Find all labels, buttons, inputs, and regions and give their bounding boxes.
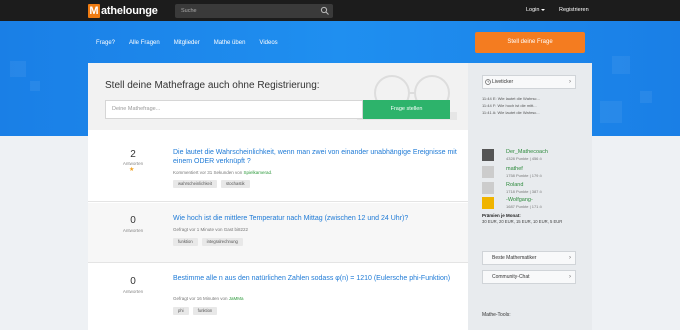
chevron-down-icon [541,8,546,11]
top-bar: M athelounge Suche Login Registrieren [0,0,680,21]
chevron-right-icon: › [569,255,571,261]
nav-item-frage[interactable]: Frage? [96,39,115,47]
ticker-item[interactable]: 11:41 A: Wie lautet die Wahrsc... [482,110,540,115]
nav-item-mathe-ueben[interactable]: Mathe üben [214,39,246,47]
top-user-item[interactable]: Der_Mathecoach 4328 Punkte | 456 ö [482,149,576,163]
answer-count-label: Antworten [122,228,144,233]
community-chat-label: Community-Chat [492,274,530,280]
community-chat-button[interactable]: Community-Chat › [482,270,576,284]
logo-text: athelounge [101,4,158,17]
tag-list: funktion integralrechnung [173,238,243,246]
submit-question-button[interactable]: Frage stellen [363,100,450,119]
nav-item-mitglieder[interactable]: Mitglieder [174,39,200,47]
user-name: Der_Mathecoach [506,149,548,155]
clock-icon [485,79,491,85]
main-content: Stell deine Mathefrage auch ohne Registr… [88,63,468,330]
user-points: 1687 Punkte | 171 ö [506,204,542,209]
search-placeholder: Suche [181,8,197,14]
meta-text: Gefragt vor 16 Minuten von [173,296,229,301]
question-input[interactable]: Deine Mathefrage... [105,100,363,119]
chevron-right-icon: › [569,274,571,280]
login-label: Login [526,7,540,13]
question-title[interactable]: Die lautet die Wahrscheinlichkeit, wenn … [173,148,463,166]
ask-panel: Stell deine Mathefrage auch ohne Registr… [88,63,468,130]
ticker-item[interactable]: 11:44 E: Wie lautet die Wahrsc... [482,96,540,101]
tag[interactable]: funktion [173,238,198,246]
search-input[interactable]: Suche [175,4,333,18]
meta-text: Kommentiert vor 31 Sekunden von [173,170,244,175]
mathe-tools-heading: Mathe-Tools: [482,312,511,318]
prize-line: 30 EUR, 20 EUR, 15 EUR, 10 EUR, 5 EUR [482,219,563,224]
chevron-right-icon: › [569,79,571,85]
ask-title: Stell deine Mathefrage auch ohne Registr… [105,80,320,91]
tag[interactable]: stochastik [220,180,250,188]
top-user-item[interactable]: -Wolfgang- 1687 Punkte | 171 ö [482,197,576,211]
tag[interactable]: phi [173,307,189,315]
best-mathematicians-label: Beste Mathematiker [492,255,537,261]
user-name: -Wolfgang- [506,197,533,203]
ask-question-button[interactable]: Stell deine Frage [475,32,585,53]
answer-count-label: Antworten [122,289,144,294]
avatar [482,166,494,178]
question-item: 0 Antworten Wie hoch ist die mittlere Te… [88,203,468,263]
question-meta: Gefragt vor 1 Minute von Gast bi8222 [173,227,248,232]
nav-item-alle-fragen[interactable]: Alle Fragen [129,39,160,47]
question-item: 0 Antworten Bestimme alle n aus den natü… [88,264,468,330]
prize-title: Prämien je Monat: [482,213,521,218]
login-link[interactable]: Login [526,5,546,15]
tag[interactable]: wahrscheinlichkeit [173,180,217,188]
tag[interactable]: funktion [192,307,218,315]
user-points: 1758 Punkte | 179 ö [506,173,542,178]
star-icon: ★ [129,167,135,173]
answer-count: 0 [130,215,136,226]
sidebar: Liveticker › 11:44 E: Wie lautet die Wah… [468,63,592,330]
tag-list: wahrscheinlichkeit stochastik [173,180,250,188]
avatar [482,149,494,161]
tag-list: phi funktion [173,307,218,315]
logo-mark-icon: M [88,3,100,18]
user-points: 1718 Punkte | 387 ö [506,189,542,194]
meta-user[interactable]: JaMMa [229,296,244,301]
best-mathematicians-button[interactable]: Beste Mathematiker › [482,251,576,265]
top-user-item[interactable]: Roland 1718 Punkte | 387 ö [482,182,576,196]
liveticker-label: Liveticker [492,79,514,85]
ticker-item[interactable]: 11:44 F: Wie hoch ist die mitt... [482,103,537,108]
user-name: Roland [506,182,524,188]
meta-suffix: . [271,170,273,175]
answer-count: 0 [130,276,136,287]
question-item: 2 Antworten ★ Die lautet die Wahrscheinl… [88,130,468,202]
answer-count: 2 [130,149,136,160]
question-input-placeholder: Deine Mathefrage... [112,106,161,112]
top-user-item[interactable]: mathef 1758 Punkte | 179 ö [482,166,576,180]
tag[interactable]: integralrechnung [201,238,243,246]
user-name: mathef [506,166,523,172]
avatar [482,182,494,194]
user-points: 4328 Punkte | 456 ö [506,156,542,161]
search-icon[interactable] [320,6,330,16]
nav-item-videos[interactable]: Videos [259,39,277,47]
avatar [482,197,494,209]
question-meta: Gefragt vor 16 Minuten von JaMMa [173,296,244,301]
liveticker-button[interactable]: Liveticker › [482,75,576,89]
meta-text: Gefragt vor 1 Minute von Gast bi8222 [173,227,249,232]
question-title[interactable]: Wie hoch ist die mittlere Temperatur nac… [173,214,463,223]
question-meta: Kommentiert vor 31 Sekunden von Spielkam… [173,170,272,175]
main-nav: Frage? Alle Fragen Mitglieder Mathe üben… [96,39,292,47]
question-title[interactable]: Bestimme alle n aus den natürlichen Zahl… [173,274,463,283]
site-logo[interactable]: M athelounge [88,3,158,18]
meta-user[interactable]: Spielkamerad [244,170,272,175]
register-link[interactable]: Registrieren [559,5,589,15]
